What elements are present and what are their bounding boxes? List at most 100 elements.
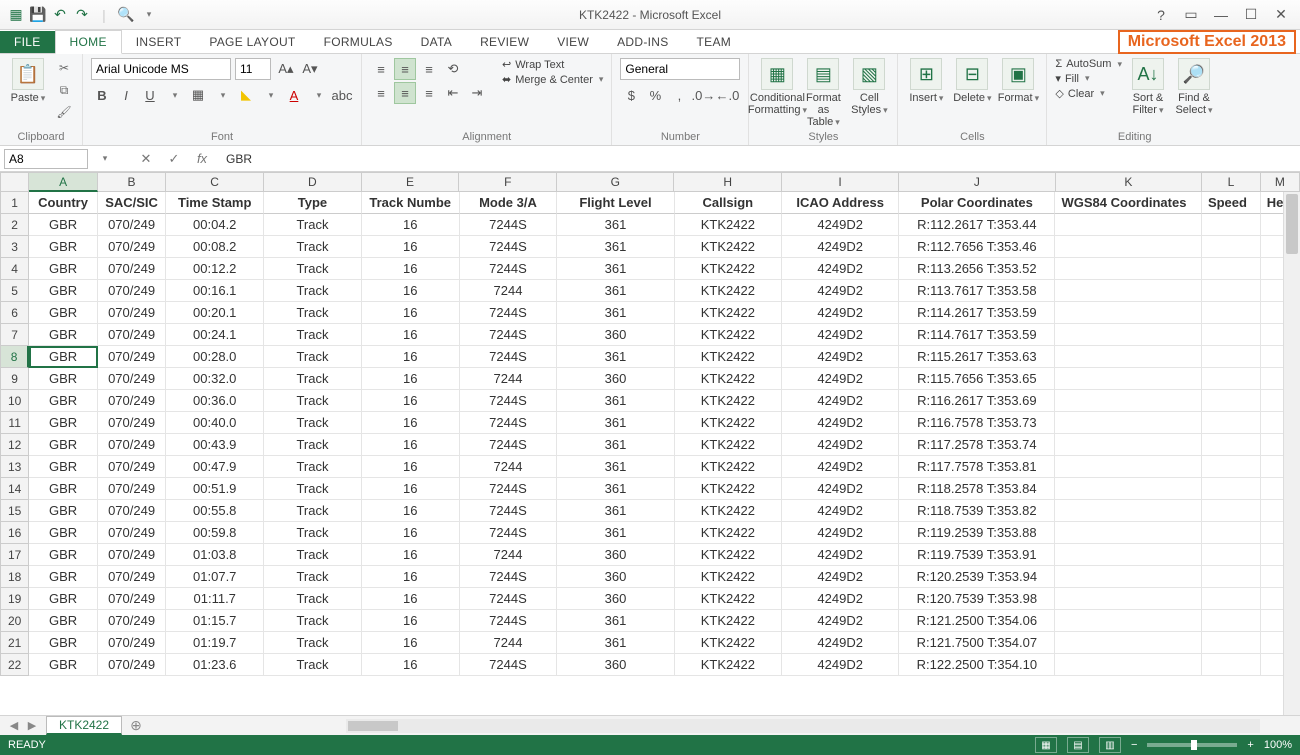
- header-cell[interactable]: Time Stamp: [166, 192, 264, 214]
- data-cell[interactable]: GBR: [29, 632, 98, 654]
- data-cell[interactable]: GBR: [29, 478, 98, 500]
- col-header-J[interactable]: J: [899, 172, 1055, 192]
- data-cell[interactable]: Track: [264, 500, 362, 522]
- row-header[interactable]: 1: [0, 192, 29, 214]
- col-header-M[interactable]: M: [1261, 172, 1300, 192]
- cut-icon[interactable]: ✂: [54, 58, 74, 78]
- data-cell[interactable]: KTK2422: [675, 346, 782, 368]
- data-cell[interactable]: KTK2422: [675, 280, 782, 302]
- data-cell[interactable]: 7244S: [460, 500, 558, 522]
- font-size-select[interactable]: [235, 58, 271, 80]
- data-cell[interactable]: 00:40.0: [166, 412, 264, 434]
- fill-button[interactable]: ▾Fill: [1055, 72, 1122, 85]
- data-cell[interactable]: R:121.2500 T:354.06: [899, 610, 1055, 632]
- data-cell[interactable]: [1055, 280, 1201, 302]
- header-cell[interactable]: Callsign: [675, 192, 782, 214]
- decrease-decimal-icon[interactable]: ←.0: [716, 84, 738, 106]
- ribbon-display-icon[interactable]: ▭: [1178, 5, 1204, 25]
- data-cell[interactable]: 16: [362, 478, 460, 500]
- data-cell[interactable]: 01:19.7: [166, 632, 264, 654]
- orientation-icon[interactable]: ⟲: [442, 58, 464, 80]
- data-cell[interactable]: 00:16.1: [166, 280, 264, 302]
- data-cell[interactable]: Track: [264, 236, 362, 258]
- data-cell[interactable]: GBR: [29, 544, 98, 566]
- data-cell[interactable]: R:112.7656 T:353.46: [899, 236, 1055, 258]
- data-cell[interactable]: [1202, 610, 1261, 632]
- data-cell[interactable]: [1202, 280, 1261, 302]
- data-cell[interactable]: 16: [362, 302, 460, 324]
- data-cell[interactable]: 070/249: [98, 434, 167, 456]
- paste-button[interactable]: 📋 Paste: [8, 58, 48, 104]
- merge-center-button[interactable]: ⬌Merge & Center: [502, 73, 603, 86]
- data-cell[interactable]: 7244S: [460, 236, 558, 258]
- data-cell[interactable]: 00:24.1: [166, 324, 264, 346]
- data-cell[interactable]: 070/249: [98, 280, 167, 302]
- add-sheet-icon[interactable]: ⊕: [126, 717, 146, 734]
- data-cell[interactable]: 16: [362, 456, 460, 478]
- data-cell[interactable]: 4249D2: [782, 258, 899, 280]
- enter-formula-icon[interactable]: ✓: [162, 149, 186, 169]
- data-cell[interactable]: 360: [557, 368, 674, 390]
- data-cell[interactable]: KTK2422: [675, 302, 782, 324]
- data-cell[interactable]: 361: [557, 302, 674, 324]
- view-pagebreak-icon[interactable]: ▥: [1099, 737, 1121, 753]
- data-cell[interactable]: R:122.2500 T:354.10: [899, 654, 1055, 676]
- increase-font-icon[interactable]: A▴: [275, 58, 297, 80]
- data-cell[interactable]: 16: [362, 434, 460, 456]
- data-cell[interactable]: 4249D2: [782, 280, 899, 302]
- tab-home[interactable]: HOME: [55, 30, 122, 54]
- col-header-A[interactable]: A: [29, 172, 97, 192]
- data-cell[interactable]: [1202, 500, 1261, 522]
- font-name-select[interactable]: [91, 58, 231, 80]
- data-cell[interactable]: KTK2422: [675, 610, 782, 632]
- data-cell[interactable]: 7244: [460, 544, 558, 566]
- data-cell[interactable]: [1202, 412, 1261, 434]
- align-top-icon[interactable]: ≡: [370, 58, 392, 80]
- data-cell[interactable]: KTK2422: [675, 654, 782, 676]
- autosum-button[interactable]: ΣAutoSum: [1055, 58, 1122, 70]
- data-cell[interactable]: KTK2422: [675, 324, 782, 346]
- data-cell[interactable]: R:117.2578 T:353.74: [899, 434, 1055, 456]
- data-cell[interactable]: Track: [264, 456, 362, 478]
- data-cell[interactable]: GBR: [29, 522, 98, 544]
- col-header-C[interactable]: C: [166, 172, 264, 192]
- data-cell[interactable]: 4249D2: [782, 654, 899, 676]
- format-as-table-button[interactable]: ▤Format as Table: [803, 58, 843, 128]
- row-header[interactable]: 22: [0, 654, 29, 676]
- fx-icon[interactable]: fx: [190, 149, 214, 169]
- data-cell[interactable]: 7244S: [460, 654, 558, 676]
- data-cell[interactable]: 7244: [460, 632, 558, 654]
- data-cell[interactable]: Track: [264, 368, 362, 390]
- data-cell[interactable]: KTK2422: [675, 258, 782, 280]
- data-cell[interactable]: 16: [362, 346, 460, 368]
- accounting-format-icon[interactable]: $: [620, 84, 642, 106]
- data-cell[interactable]: [1055, 654, 1201, 676]
- header-cell[interactable]: Type: [264, 192, 362, 214]
- data-cell[interactable]: 00:51.9: [166, 478, 264, 500]
- data-cell[interactable]: [1055, 324, 1201, 346]
- data-cell[interactable]: Track: [264, 346, 362, 368]
- data-cell[interactable]: 7244S: [460, 478, 558, 500]
- data-cell[interactable]: 16: [362, 632, 460, 654]
- row-header[interactable]: 18: [0, 566, 29, 588]
- data-cell[interactable]: 4249D2: [782, 214, 899, 236]
- data-cell[interactable]: 4249D2: [782, 324, 899, 346]
- data-cell[interactable]: 16: [362, 324, 460, 346]
- close-icon[interactable]: ✕: [1268, 5, 1294, 25]
- data-cell[interactable]: [1202, 346, 1261, 368]
- help-icon[interactable]: ?: [1148, 5, 1174, 25]
- col-header-E[interactable]: E: [362, 172, 460, 192]
- data-cell[interactable]: [1202, 434, 1261, 456]
- data-cell[interactable]: 4249D2: [782, 632, 899, 654]
- row-header[interactable]: 7: [0, 324, 29, 346]
- data-cell[interactable]: 4249D2: [782, 346, 899, 368]
- data-cell[interactable]: GBR: [29, 412, 98, 434]
- data-cell[interactable]: 4249D2: [782, 390, 899, 412]
- data-cell[interactable]: 070/249: [98, 368, 167, 390]
- data-cell[interactable]: 7244S: [460, 434, 558, 456]
- data-cell[interactable]: 00:47.9: [166, 456, 264, 478]
- data-cell[interactable]: 16: [362, 500, 460, 522]
- name-box[interactable]: [4, 149, 88, 169]
- data-cell[interactable]: 00:32.0: [166, 368, 264, 390]
- data-cell[interactable]: [1202, 390, 1261, 412]
